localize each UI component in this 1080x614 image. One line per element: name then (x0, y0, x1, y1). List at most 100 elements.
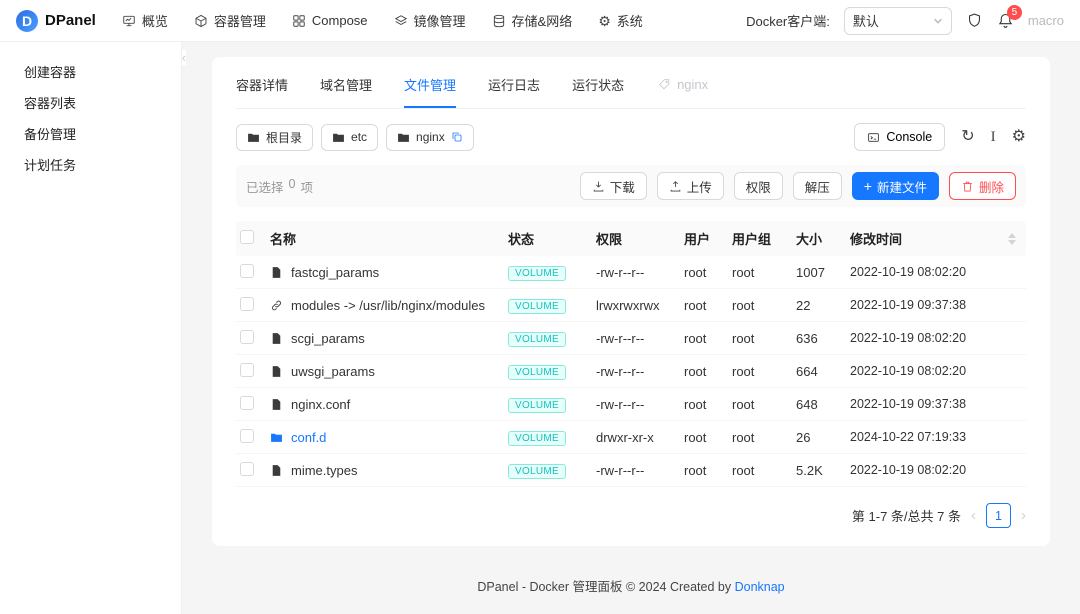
file-user: root (684, 462, 707, 478)
col-mtime: 修改时间 (850, 232, 903, 247)
file-icon (270, 365, 283, 378)
nav-item-system[interactable]: ⚙ 系统 (598, 11, 643, 30)
notifications-button[interactable]: 5 (997, 5, 1022, 29)
refresh-icon[interactable]: ↻ (961, 129, 974, 145)
file-name[interactable]: fastcgi_params (291, 265, 379, 280)
permission-button[interactable]: 权限 (733, 172, 783, 200)
file-name[interactable]: modules -> /usr/lib/nginx/modules (291, 298, 485, 313)
tab-run-status[interactable]: 运行状态 (572, 61, 624, 108)
gear-icon: ⚙ (598, 12, 611, 29)
row-checkbox[interactable] (240, 395, 254, 410)
tab-container-detail[interactable]: 容器详情 (236, 61, 288, 108)
page-number-button[interactable]: 1 (986, 503, 1011, 528)
file-mtime: 2022-10-19 08:02:20 (850, 265, 967, 279)
brand[interactable]: D DPanel (16, 9, 96, 32)
file-icon (270, 464, 283, 477)
crumb-nginx-button[interactable]: nginx (386, 123, 474, 151)
tab-domain-manage[interactable]: 域名管理 (320, 61, 372, 108)
sidebar-collapse-icon[interactable]: ‹ (181, 50, 186, 65)
file-name[interactable]: uwsgi_params (291, 364, 375, 379)
pagination-summary: 第 1-7 条/总共 7 条 (851, 509, 961, 524)
file-name[interactable]: scgi_params (291, 331, 365, 346)
select-all-checkbox[interactable] (240, 230, 254, 244)
container-name-tag: nginx (658, 77, 708, 92)
next-page-icon[interactable]: › (1021, 507, 1026, 524)
nav-label: 系统 (616, 14, 643, 29)
volume-tag: VOLUME (508, 331, 567, 347)
sort-icon[interactable] (1006, 232, 1026, 245)
file-name[interactable]: nginx.conf (291, 397, 350, 412)
row-checkbox[interactable] (240, 296, 254, 311)
sidebar-item-cron-tasks[interactable]: 计划任务 (0, 149, 181, 180)
footer-text: DPanel - Docker 管理面板 © 2024 Created by (477, 580, 732, 594)
tab-run-logs[interactable]: 运行日志 (488, 61, 540, 108)
row-checkbox[interactable] (240, 461, 254, 476)
prev-page-icon[interactable]: ‹ (971, 507, 976, 524)
file-icon (270, 332, 283, 345)
file-permission: drwxr-xr-x (596, 429, 654, 445)
nav-item-containers[interactable]: 容器管理 (194, 11, 266, 30)
file-size: 22 (796, 297, 811, 313)
row-checkbox[interactable] (240, 329, 254, 344)
file-group: root (732, 396, 755, 412)
docker-client-select[interactable]: 默认 (843, 6, 952, 35)
footer-link[interactable]: Donknap (735, 580, 785, 594)
file-icon (270, 398, 283, 411)
nav-label: 存储&网络 (511, 14, 573, 29)
file-name[interactable]: conf.d (291, 430, 326, 445)
crumb-etc-button[interactable]: etc (321, 123, 379, 151)
console-button[interactable]: Console (854, 123, 946, 151)
col-group: 用户组 (732, 232, 772, 247)
nav-item-storage-network[interactable]: 存储&网络 (492, 11, 573, 30)
header-right: Docker客户端: 默认 5 macro (746, 5, 1064, 35)
database-icon (492, 14, 506, 28)
plus-icon: + (863, 178, 872, 194)
image-layers-icon (394, 14, 408, 28)
col-status: 状态 (508, 232, 535, 247)
nav-item-overview[interactable]: 概览 (122, 11, 168, 30)
page-footer: DPanel - Docker 管理面板 © 2024 Created by D… (212, 576, 1050, 595)
container-icon (194, 14, 208, 28)
username[interactable]: macro (1028, 13, 1064, 28)
folder-icon (270, 431, 283, 444)
shield-icon[interactable] (966, 12, 983, 29)
sidebar-item-label: 容器列表 (24, 96, 77, 111)
brand-name: DPanel (45, 12, 96, 29)
copy-icon (452, 132, 462, 142)
row-checkbox[interactable] (240, 362, 254, 377)
file-permission: -rw-r--r-- (596, 363, 645, 379)
upload-button[interactable]: 上传 (656, 172, 724, 200)
unzip-button[interactable]: 解压 (792, 172, 842, 200)
tag-icon (659, 79, 670, 90)
file-permission: -rw-r--r-- (596, 264, 645, 280)
volume-tag: VOLUME (508, 430, 567, 446)
nav-item-images[interactable]: 镜像管理 (394, 11, 466, 30)
nav-label: 镜像管理 (413, 14, 466, 29)
new-file-button[interactable]: + 新建文件 (851, 172, 939, 200)
table-row: fastcgi_params VOLUME -rw-r--r-- root ro… (236, 256, 1026, 289)
path-tools: Console ↻ I ⚙ (854, 123, 1026, 151)
nav-item-compose[interactable]: Compose (292, 13, 368, 28)
file-group: root (732, 330, 755, 346)
download-button[interactable]: 下载 (579, 172, 647, 200)
sidebar-item-create-container[interactable]: 创建容器 (0, 56, 181, 87)
selected-prefix: 已选择 (246, 180, 284, 195)
text-editor-icon[interactable]: I (991, 129, 996, 145)
crumb-root-button[interactable]: 根目录 (236, 123, 314, 151)
tab-file-manage[interactable]: 文件管理 (404, 61, 457, 108)
row-checkbox[interactable] (240, 428, 254, 443)
selected-info: 已选择 0 项 (246, 177, 313, 196)
file-name[interactable]: mime.types (291, 463, 357, 478)
dpanel-logo-icon: D (16, 9, 38, 32)
console-label: Console (886, 130, 933, 144)
col-perm: 权限 (596, 232, 623, 247)
sidebar-item-container-list[interactable]: 容器列表 (0, 87, 181, 118)
volume-tag: VOLUME (508, 265, 567, 281)
sidebar-item-backup[interactable]: 备份管理 (0, 118, 181, 149)
file-user: root (684, 396, 707, 412)
row-checkbox[interactable] (240, 263, 254, 278)
delete-button[interactable]: 删除 (948, 172, 1016, 200)
settings-icon[interactable]: ⚙ (1012, 129, 1026, 145)
sidebar-item-label: 创建容器 (24, 65, 77, 80)
overview-icon (122, 14, 136, 28)
